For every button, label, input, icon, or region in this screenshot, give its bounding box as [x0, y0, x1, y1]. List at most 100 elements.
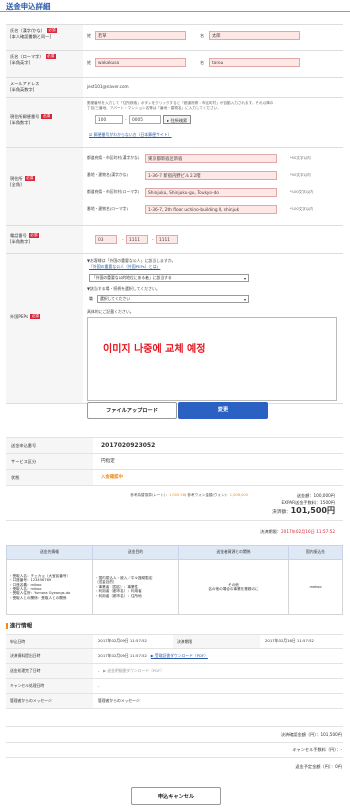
- address-limit-note: *100文字以内: [290, 190, 314, 194]
- sei-label: 姓: [87, 60, 92, 65]
- zip-input-2[interactable]: 0005: [129, 115, 161, 124]
- relation-select[interactable]: 選択してください: [97, 295, 249, 303]
- phone-input-3[interactable]: 1111: [156, 235, 178, 244]
- statement-download-link[interactable]: ▶ 送金明細書ダウンロード（PDF）: [103, 668, 164, 673]
- application-info: 送金申込番号 2017020923052 サービス区分 円指定状態 入金確認中: [6, 437, 343, 486]
- pay-value: 2017年02月09日 11:57:52: [98, 652, 147, 658]
- required-badge: 必須: [41, 114, 52, 120]
- required-badge: 必須: [28, 233, 39, 239]
- change-button[interactable]: 変更: [178, 402, 268, 419]
- phone-input-1[interactable]: 03: [95, 235, 117, 244]
- address-input-2[interactable]: 1-36-7 新宿内野ビル２2階: [145, 171, 277, 180]
- info-key: サービス区分: [6, 454, 93, 469]
- receipt-download-link[interactable]: ▶ 受取証書ダウンロード（PDF）: [151, 653, 208, 658]
- message-label: 管理者からのメッセージ: [6, 694, 93, 708]
- address-search-label: 住所検索: [170, 117, 188, 123]
- th-recipient: 送金先情報: [6, 545, 93, 560]
- send-amount: 送金額：100,000円: [296, 493, 335, 498]
- progress-row-pay: 決済資料提出日時 2017年02月09日 11:57:52 ▶ 受取証書ダウンロ…: [6, 649, 343, 664]
- th-purpose: 送金目的: [92, 545, 179, 560]
- phone-input-2[interactable]: 1111: [126, 235, 148, 244]
- label-phone: 電話番号 必須 [半角数字]: [6, 226, 83, 253]
- sei-label: 姓: [87, 33, 92, 38]
- address-input-1[interactable]: 東京都新宿区新宿: [145, 154, 277, 163]
- address-row-label: 都道府県・市区町村(ローマ字): [87, 189, 140, 194]
- info-value: 円指定: [101, 458, 115, 464]
- address-limit-note: *50文字以内: [290, 173, 311, 177]
- decide-value: 2017年02月16日 11:57:52: [265, 638, 314, 644]
- email-value: jest101@naver.com: [87, 84, 129, 89]
- relation-label: 職: [89, 296, 93, 301]
- th-relation: 送金者資源との関係: [178, 545, 289, 560]
- relation-cell: その他 名の他の場合の事業を業務のに: [178, 559, 289, 615]
- zip-help-2: 丁目/三番地、アパート・マンション名等は「番地・建物名」に入力してください。: [87, 106, 221, 110]
- row-name-kana: 氏名（漢字/かな） 必須 [本人確認書類と同一] 姓 若草 名 太郎: [6, 25, 343, 51]
- address-row-label: 番地・建物名(ローマ字): [87, 206, 128, 211]
- search-icon: ▸: [167, 117, 170, 123]
- name-kana-sei-input[interactable]: 若草: [95, 31, 186, 40]
- info-row: 状態 入金確認中: [6, 470, 343, 486]
- label-address: 現住所 必須 [全角]: [6, 148, 83, 225]
- refund-amount: 返金予定金額（円）：0円: [295, 764, 342, 769]
- info-row: 送金申込番号 2017020923052: [6, 438, 343, 454]
- zip-input-1[interactable]: 100: [95, 115, 123, 124]
- address-search-button[interactable]: ▸ 住所検索: [163, 115, 192, 124]
- th-bank: 国内振込先: [288, 545, 343, 560]
- row-peps: 外国PEPs 必須 ▼お客様は「外国の重要な公人」に該当しますか。 「外国の重要な…: [6, 254, 343, 404]
- zip-help-1: 郵便番号を入力して「住所検索」ボタンをクリックすると「都道府県・市区町村」が自動…: [87, 101, 274, 105]
- recipient-cell: ・受取人名：チェカョ（大宝民番号） ・口座番号：123456789 ・口座名義：mi…: [6, 559, 93, 615]
- cancel-value: -: [98, 682, 100, 688]
- cell-line: ・受取人との関係：受取人との関係: [9, 595, 67, 600]
- peps-question-3: 具体的にご記載ください。: [87, 309, 134, 314]
- cancel-label: キャンセル処理日時: [6, 679, 93, 693]
- progress-row-apply: 申込日時 2017年02月09日 11:57:52 決済期限 2017年02月1…: [6, 634, 343, 649]
- pay-label: 決済資料提出日時: [6, 649, 93, 663]
- cell-line: ・利用者（都市名）：住所地: [95, 593, 142, 598]
- row-name-roma: 氏名（ローマ字） 必須 [半角英字] 姓 wakakusa 名 tarou: [6, 51, 343, 78]
- row-phone: 電話番号 必須 [半角数字] 03 - 1111 - 1111: [6, 226, 343, 254]
- name-kana-mei-input[interactable]: 太郎: [209, 31, 300, 40]
- progress-row-cancel: キャンセル処理日時 -: [6, 679, 343, 694]
- cancel-fee: キャンセル手数料（円）：-: [292, 747, 342, 752]
- phone-dash-1: -: [122, 237, 124, 242]
- deadline: 決済期限：2017年02月16日 11:57:52: [260, 529, 335, 534]
- application-cancel-button[interactable]: 申込キャンセル: [131, 787, 221, 805]
- peps-status-select[interactable]: 「外国の重要な公的地位にある者」に該当する: [89, 274, 249, 282]
- fee: EXPAR送金手数料：1500円: [281, 500, 335, 505]
- row-zip: 現住所郵便番号 必須 [半角数字] 郵便番号を入力して「住所検索」ボタンをクリックす…: [6, 98, 343, 148]
- remittance-detail-table: 送金先情報 送金目的 送金者資源との関係 国内振込先 ・受取人名：チェカョ（大宝…: [6, 545, 343, 615]
- peps-question-2: ▼該当する場・続柄を選択してください。: [87, 286, 160, 291]
- zip-lookup-link[interactable]: ☑ 郵便番号がわからない方（日本郵便サイト）: [89, 132, 172, 138]
- edit-form: 氏名（漢字/かな） 必須 [本人確認書類と同一] 姓 若草 名 太郎 氏名（ローマ字…: [6, 24, 343, 404]
- label-peps: 外国PEPs 必須: [6, 254, 83, 403]
- phone-dash-2: -: [152, 237, 154, 242]
- peps-definition-link[interactable]: 「外国の重要な公人（外国PEPs）とは」: [89, 264, 160, 270]
- row-address: 現住所 必須 [全角] 都道府県・市区町村(漢字かな) 東京都新宿区新宿 *50文字以内…: [6, 148, 343, 226]
- info-value: 2017020923052: [101, 441, 156, 449]
- apply-label: 申込日時: [6, 635, 93, 648]
- placeholder-overlay-text: 이미지 나중에 교체 예정: [103, 344, 206, 355]
- progress-row-message: 管理者からのメッセージ 管理者からのメッセージ: [6, 694, 343, 709]
- address-limit-note: *100文字以内: [290, 207, 314, 211]
- rate-info: 参考為替換算(レート)：1,005.58/ 参考ウォン金額(ウォン)：1,006…: [130, 493, 248, 497]
- required-badge: 必須: [24, 176, 35, 182]
- required-badge: 必須: [30, 314, 41, 320]
- name-roma-mei-input[interactable]: tarou: [209, 58, 300, 67]
- label-name-kana: 氏名（漢字/かな） 必須 [本人確認書類と同一]: [6, 25, 83, 50]
- apply-value: 2017年02月09日 11:57:52: [98, 638, 147, 644]
- address-input-3[interactable]: Shinjuku, Shinjuku-gu, Toukyo-do: [145, 188, 277, 197]
- info-key: 状態: [6, 470, 93, 485]
- done-value: -: [98, 667, 100, 673]
- name-roma-sei-input[interactable]: wakakusa: [95, 58, 186, 67]
- peps-detail-textarea[interactable]: [87, 317, 337, 401]
- cell-line: 名の他の場合の事業を業務のに: [208, 587, 259, 591]
- address-limit-note: *50文字以内: [290, 156, 311, 160]
- file-upload-button[interactable]: ファイルアップロード: [87, 402, 177, 419]
- info-value: 入金確認中: [101, 474, 123, 480]
- pay-confirm-amount: 決済確認金額（円）：101,500円: [280, 732, 342, 737]
- address-input-4[interactable]: 1-36-7, 2th floor uchino-building Ⅱ, shi…: [145, 205, 277, 214]
- required-badge: 必須: [46, 28, 58, 34]
- required-badge: 必須: [45, 54, 56, 60]
- header-bar: 送金申込詳細: [0, 0, 350, 12]
- purpose-cell: ・国内振込人・被入／平々援助勘定 （送金目的） ・事業者（国名）：事業性 ・利用者（都…: [92, 559, 179, 615]
